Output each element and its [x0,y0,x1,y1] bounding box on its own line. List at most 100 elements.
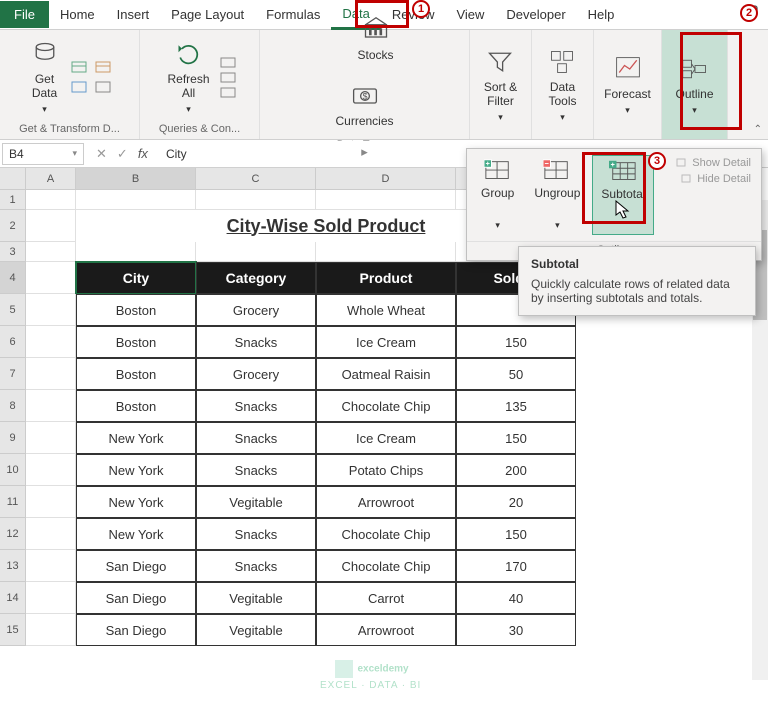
cell-qty[interactable]: 150 [456,326,576,358]
cell-product[interactable]: Carrot [316,582,456,614]
table-row[interactable]: New YorkSnacksPotato Chips200 [26,454,768,486]
row-header[interactable]: 8 [0,390,26,422]
ungroup-button[interactable]: Ungroup▾ [526,155,588,235]
cell-category[interactable]: Vegitable [196,614,316,646]
cell-product[interactable]: Whole Wheat [316,294,456,326]
tab-view[interactable]: View [445,1,495,28]
data-tools-button[interactable]: Data Tools▾ [542,44,582,127]
cell-category[interactable]: Snacks [196,550,316,582]
table-row[interactable]: BostonSnacksChocolate Chip135 [26,390,768,422]
row-header[interactable]: 11 [0,486,26,518]
cell-city[interactable]: San Diego [76,550,196,582]
group-button[interactable]: Group▾ [473,155,522,235]
cell-category[interactable]: Snacks [196,518,316,550]
cell-product[interactable]: Ice Cream [316,326,456,358]
cell-category[interactable]: Vegitable [196,486,316,518]
table-row[interactable]: San DiegoVegitableArrowroot30 [26,614,768,646]
cell-city[interactable]: Boston [76,390,196,422]
cell-category[interactable]: Snacks [196,326,316,358]
cell-category[interactable]: Grocery [196,358,316,390]
cell-qty[interactable]: 30 [456,614,576,646]
get-data-mini-icons[interactable] [69,59,115,97]
cell-qty[interactable]: 150 [456,422,576,454]
cell-category[interactable]: Snacks [196,422,316,454]
row-header[interactable]: 6 [0,326,26,358]
table-row[interactable]: New YorkSnacksIce Cream150 [26,422,768,454]
cell-city[interactable]: New York [76,422,196,454]
sort-filter-button[interactable]: Sort & Filter▾ [478,44,523,127]
cell-product[interactable]: Chocolate Chip [316,518,456,550]
cell-category[interactable]: Grocery [196,294,316,326]
select-all-corner[interactable] [0,168,26,190]
outline-button[interactable]: Outline▾ [669,51,719,120]
cell-qty[interactable]: 40 [456,582,576,614]
fx-icon[interactable]: fx [138,146,148,161]
cell-city[interactable]: Boston [76,358,196,390]
header-category[interactable]: Category [196,262,316,294]
tab-page-layout[interactable]: Page Layout [160,1,255,28]
queries-mini-icons[interactable] [220,57,238,99]
cell-city[interactable]: New York [76,486,196,518]
header-city[interactable]: City [76,262,196,294]
table-row[interactable]: New YorkSnacksChocolate Chip150 [26,518,768,550]
cell-category[interactable]: Snacks [196,390,316,422]
enter-formula-icon[interactable]: ✓ [117,146,128,162]
cell-city[interactable]: New York [76,518,196,550]
tab-file[interactable]: File [0,1,49,28]
data-types-more-icon[interactable]: ▸ [361,144,368,160]
row-header[interactable]: 1 [0,190,26,210]
tab-developer[interactable]: Developer [495,1,576,28]
tab-help[interactable]: Help [577,1,626,28]
cell-city[interactable]: Boston [76,294,196,326]
table-row[interactable]: New YorkVegitableArrowroot20 [26,486,768,518]
subtotal-button[interactable]: Subtotal [592,155,654,235]
tab-home[interactable]: Home [49,1,106,28]
col-header[interactable]: B [76,168,196,190]
table-row[interactable]: San DiegoVegitableCarrot40 [26,582,768,614]
row-header[interactable]: 3 [0,242,26,262]
cell-product[interactable]: Ice Cream [316,422,456,454]
cell-city[interactable]: San Diego [76,582,196,614]
cell-product[interactable]: Potato Chips [316,454,456,486]
tab-formulas[interactable]: Formulas [255,1,331,28]
cell-product[interactable]: Oatmeal Raisin [316,358,456,390]
col-header[interactable]: A [26,168,76,190]
cell-qty[interactable]: 50 [456,358,576,390]
cell-category[interactable]: Vegitable [196,582,316,614]
cell-product[interactable]: Chocolate Chip [316,390,456,422]
cell-product[interactable]: Chocolate Chip [316,550,456,582]
row-header[interactable]: 10 [0,454,26,486]
row-header[interactable]: 15 [0,614,26,646]
header-product[interactable]: Product [316,262,456,294]
forecast-button[interactable]: Forecast▾ [598,51,657,120]
cell-city[interactable]: Boston [76,326,196,358]
tab-insert[interactable]: Insert [106,1,161,28]
cell-product[interactable]: Arrowroot [316,614,456,646]
name-box[interactable]: B4▾ [2,143,84,165]
cell-qty[interactable]: 135 [456,390,576,422]
ribbon-collapse-icon[interactable]: ⌃ [754,124,762,135]
cell-qty[interactable]: 150 [456,518,576,550]
row-header[interactable]: 5 [0,294,26,326]
cell-city[interactable]: New York [76,454,196,486]
cell-qty[interactable]: 20 [456,486,576,518]
stocks-button[interactable]: Stocks [352,12,400,66]
row-header[interactable]: 13 [0,550,26,582]
col-header[interactable]: C [196,168,316,190]
cell-city[interactable]: San Diego [76,614,196,646]
row-header[interactable]: 14 [0,582,26,614]
cell-qty[interactable]: 200 [456,454,576,486]
cell-product[interactable]: Arrowroot [316,486,456,518]
row-header[interactable]: 9 [0,422,26,454]
table-row[interactable]: San DiegoSnacksChocolate Chip170 [26,550,768,582]
cancel-formula-icon[interactable]: ✕ [96,146,107,162]
table-row[interactable]: BostonSnacksIce Cream150 [26,326,768,358]
row-header[interactable]: 12 [0,518,26,550]
table-row[interactable]: BostonGroceryOatmeal Raisin50 [26,358,768,390]
currencies-button[interactable]: $ Currencies [329,78,399,132]
get-data-button[interactable]: Get Data▾ [25,36,65,119]
row-header[interactable]: 4 [0,262,26,294]
cell-qty[interactable]: 170 [456,550,576,582]
col-header[interactable]: D [316,168,456,190]
refresh-all-button[interactable]: Refresh All▾ [161,36,215,119]
